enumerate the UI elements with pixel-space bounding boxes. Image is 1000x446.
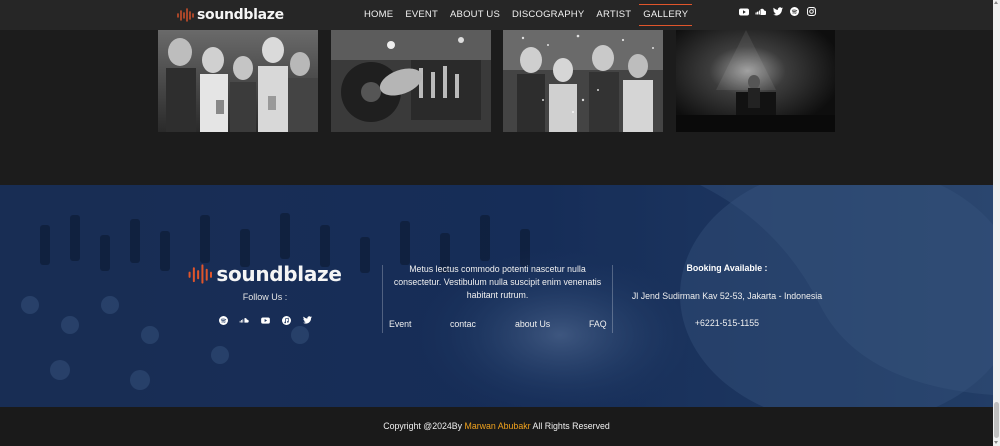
twitter-icon[interactable]: [302, 315, 312, 325]
phone-number[interactable]: +6221-515-1155: [613, 318, 841, 328]
scrollbar-thumb[interactable]: [994, 402, 999, 438]
spotify-icon[interactable]: [789, 6, 800, 17]
footer-link-contact[interactable]: contac: [450, 319, 476, 329]
footer-links: Event contac about Us FAQ: [385, 319, 610, 331]
brand-name: soundblaze: [197, 7, 284, 23]
nav-artist[interactable]: ARTIST: [590, 0, 637, 30]
footer-brand-column: soundblaze Follow Us :: [160, 262, 370, 325]
about-text: Metus lectus commodo potenti nascetur nu…: [393, 264, 602, 300]
copyright-bar: Copyright @2024By Marwan Abubakr All Rig…: [0, 407, 993, 446]
nav-event[interactable]: EVENT: [399, 0, 444, 30]
twitter-icon[interactable]: [772, 6, 783, 17]
youtube-icon[interactable]: [738, 6, 749, 17]
copyright-prefix: Copyright @2024By: [383, 421, 465, 431]
footer-about-column: Metus lectus commodo potenti nascetur nu…: [385, 263, 610, 329]
copyright-author[interactable]: Marwan Abubakr: [465, 421, 531, 431]
party-crowd-photo[interactable]: [158, 30, 318, 132]
nav-about-us[interactable]: ABOUT US: [444, 0, 506, 30]
footer-brand-logo[interactable]: soundblaze: [160, 262, 370, 286]
footer: soundblaze Follow Us : Metus lectus comm…: [0, 185, 993, 407]
dj-mixer-photo[interactable]: [331, 30, 491, 132]
soundcloud-icon[interactable]: [239, 315, 249, 325]
follow-us-label: Follow Us :: [242, 292, 288, 302]
soundwave-icon: [188, 264, 213, 284]
booking-title: Booking Available :: [686, 263, 768, 273]
footer-social-links: [160, 315, 370, 325]
footer-link-about-us[interactable]: about Us: [515, 319, 550, 329]
spotify-icon[interactable]: [218, 315, 228, 325]
instagram-icon[interactable]: [806, 6, 817, 17]
brand-logo[interactable]: soundblaze: [177, 7, 284, 23]
copyright-suffix: All Rights Reserved: [530, 421, 610, 431]
dj-stage-photo[interactable]: [676, 30, 835, 132]
footer-brand-name: soundblaze: [216, 262, 342, 286]
footer-divider: [382, 265, 383, 333]
scroll-up-arrow-icon[interactable]: [994, 1, 998, 4]
scroll-down-arrow-icon[interactable]: [994, 441, 998, 444]
address-text: Jl Jend Sudirman Kav 52-53, Jakarta - In…: [631, 291, 823, 301]
footer-link-faq[interactable]: FAQ: [589, 319, 607, 329]
navbar: soundblaze HOME EVENT ABOUT US DISCOGRAP…: [0, 0, 993, 30]
nav-gallery[interactable]: GALLERY: [637, 0, 694, 30]
page-scrollbar[interactable]: [993, 0, 1000, 446]
apple-music-icon[interactable]: [281, 315, 291, 325]
soundwave-icon: [177, 8, 194, 22]
soundcloud-icon[interactable]: [755, 6, 766, 17]
footer-link-event[interactable]: Event: [389, 319, 412, 329]
nav-discography[interactable]: DISCOGRAPHY: [506, 0, 590, 30]
main-nav: HOME EVENT ABOUT US DISCOGRAPHY ARTIST G…: [358, 0, 694, 30]
nav-home[interactable]: HOME: [358, 0, 399, 30]
nav-social-links: [738, 6, 817, 17]
confetti-party-photo[interactable]: [503, 30, 663, 132]
footer-booking-column: Booking Available : Jl Jend Sudirman Kav…: [613, 263, 841, 328]
youtube-icon[interactable]: [260, 315, 270, 325]
